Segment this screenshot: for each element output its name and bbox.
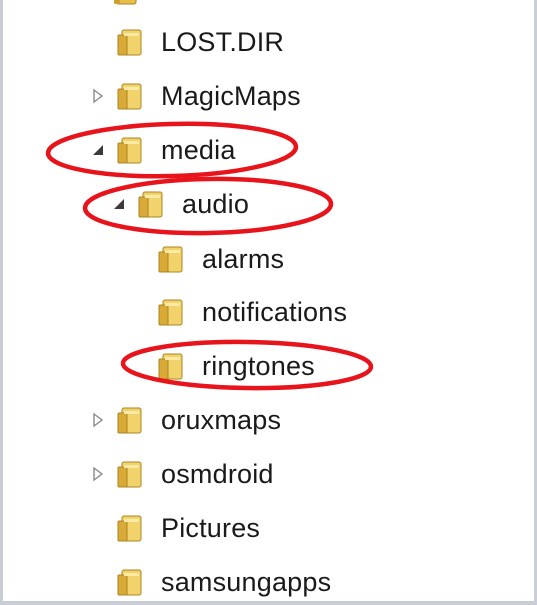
tree-item-oruxmaps[interactable]: oruxmaps bbox=[89, 398, 281, 442]
tree-item-notifications[interactable]: notifications bbox=[130, 290, 347, 334]
tree-item-magicmaps[interactable]: MagicMaps bbox=[89, 74, 301, 118]
folder-icon bbox=[117, 137, 142, 164]
folder-icon bbox=[117, 29, 142, 56]
folder-icon bbox=[158, 299, 183, 326]
expanded-arrow-icon[interactable] bbox=[110, 195, 128, 213]
folder-icon bbox=[158, 353, 183, 380]
collapsed-arrow-icon[interactable] bbox=[89, 411, 107, 429]
tree-item-samsungapps[interactable]: samsungapps bbox=[89, 560, 331, 604]
tree-item-label: samsungapps bbox=[161, 566, 332, 597]
tree-item-pictures[interactable]: Pictures bbox=[89, 506, 260, 550]
folder-icon bbox=[117, 83, 142, 110]
tree-item-ringtones[interactable]: ringtones bbox=[130, 344, 315, 388]
folder-icon bbox=[117, 461, 142, 488]
folder-icon bbox=[117, 515, 142, 542]
tree-item-label: audio bbox=[182, 188, 250, 219]
tree-item-label: MagicMaps bbox=[161, 80, 301, 111]
folder-icon bbox=[158, 246, 183, 273]
tree-item-label: osmdroid bbox=[161, 458, 274, 489]
folder-icon bbox=[117, 407, 142, 434]
tree-item-label: oruxmaps bbox=[161, 404, 282, 435]
tree-item-label: notifications bbox=[202, 296, 348, 327]
explorer-panel: LOST.DIR MagicMaps media audio alarms no… bbox=[0, 0, 537, 605]
folder-icon bbox=[138, 191, 163, 218]
tree-item-alarms[interactable]: alarms bbox=[130, 237, 284, 281]
tree-item-label: Pictures bbox=[161, 512, 261, 543]
tree-item-label: LOST.DIR bbox=[161, 26, 285, 57]
collapsed-arrow-icon[interactable] bbox=[89, 465, 107, 483]
tree-item-audio[interactable]: audio bbox=[110, 182, 249, 226]
tree-item-osmdroid[interactable]: osmdroid bbox=[89, 452, 274, 496]
expanded-arrow-icon[interactable] bbox=[89, 141, 107, 159]
tree-item-lost-dir[interactable]: LOST.DIR bbox=[89, 20, 284, 64]
tree-item-label: alarms bbox=[202, 243, 285, 274]
tree-item-label: media bbox=[161, 134, 236, 165]
folder-icon bbox=[114, 0, 137, 5]
folder-icon bbox=[117, 569, 142, 596]
tree-item-label: ringtones bbox=[202, 350, 315, 381]
folder-tree: LOST.DIR MagicMaps media audio alarms no… bbox=[0, 0, 537, 605]
collapsed-arrow-icon[interactable] bbox=[89, 87, 107, 105]
tree-item-media[interactable]: media bbox=[89, 128, 236, 172]
